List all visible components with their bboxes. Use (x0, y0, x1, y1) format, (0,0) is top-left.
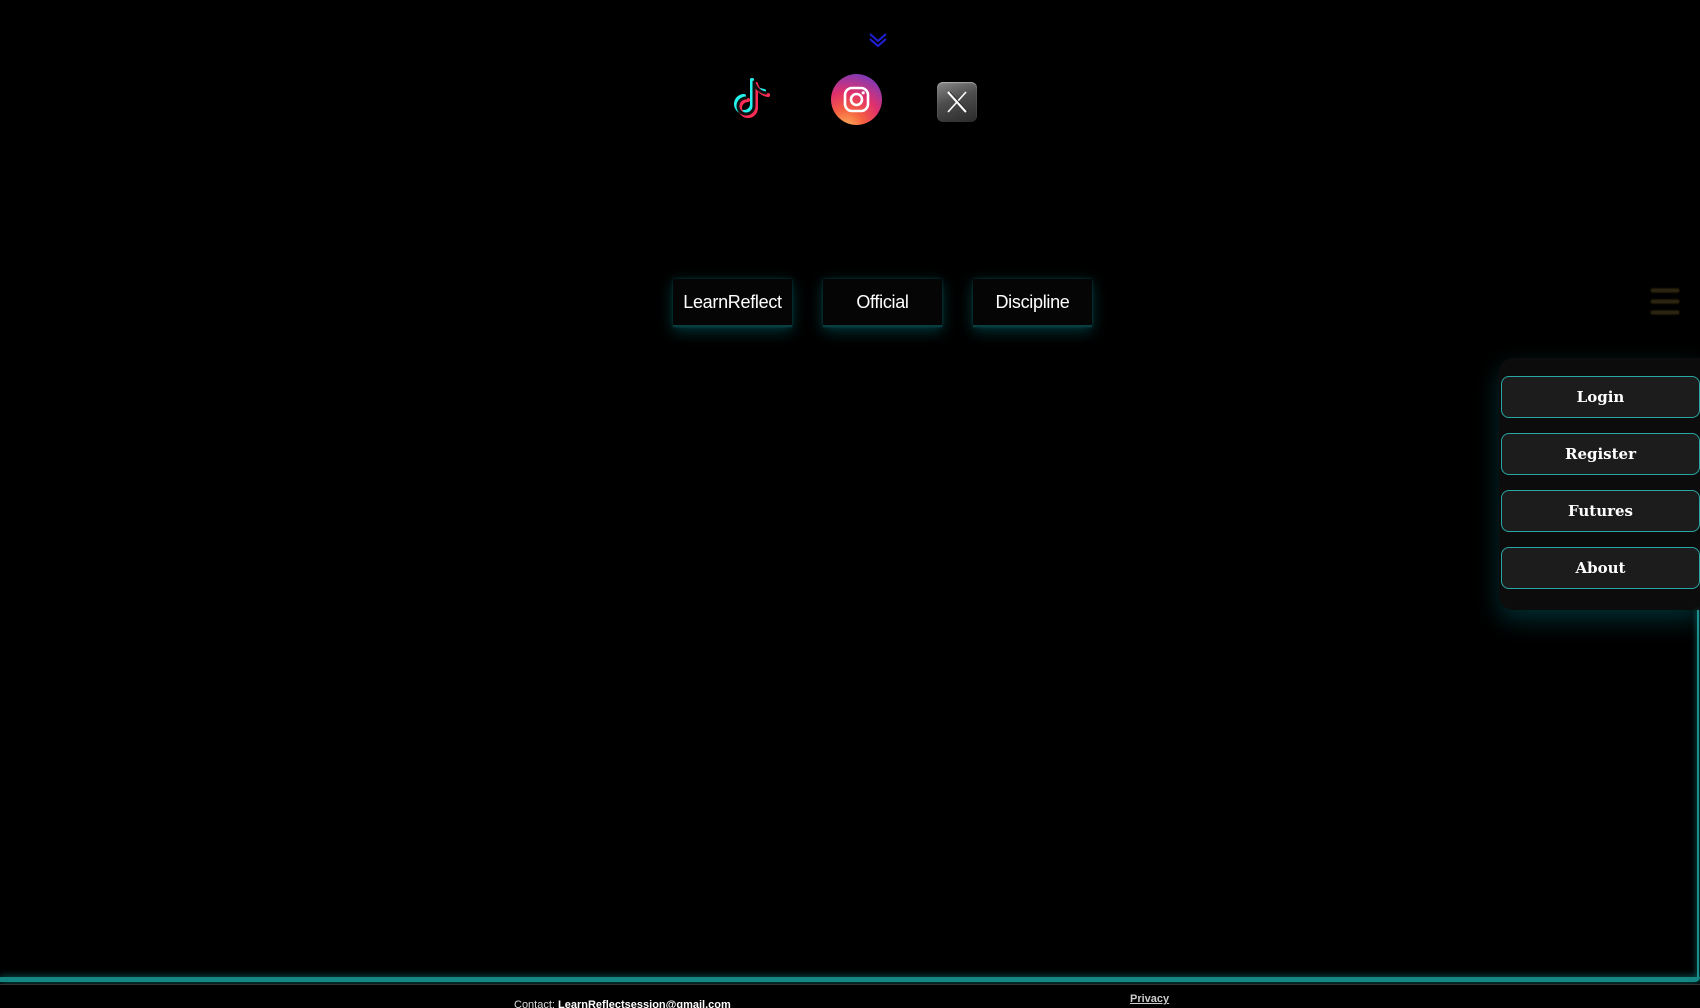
footer: Contact: LearnReflectsession@gmail.com P… (0, 984, 1700, 1008)
contact-email-link[interactable]: LearnReflectsession@gmail.com (558, 999, 731, 1008)
bottom-divider (0, 977, 1700, 982)
x-icon[interactable] (937, 82, 977, 122)
privacy-link[interactable]: Privacy (1130, 993, 1169, 1005)
chevron-down-icon[interactable] (866, 28, 890, 52)
tag-official[interactable]: Official (823, 279, 942, 327)
contact-label: Contact: (514, 999, 555, 1008)
hamburger-bar (1651, 300, 1679, 303)
hamburger-bar (1651, 289, 1679, 292)
register-button[interactable]: Register (1501, 433, 1700, 475)
login-button[interactable]: Login (1501, 376, 1700, 418)
instagram-icon[interactable] (831, 74, 882, 125)
tiktok-icon[interactable] (730, 74, 782, 126)
contact-info: Contact: LearnReflectsession@gmail.com (514, 999, 731, 1008)
hamburger-bar (1651, 311, 1679, 314)
tag-learnreflect[interactable]: LearnReflect (673, 279, 792, 327)
about-button[interactable]: About (1501, 547, 1700, 589)
right-edge-divider (1697, 610, 1699, 980)
tag-discipline[interactable]: Discipline (973, 279, 1092, 327)
futures-button[interactable]: Futures (1501, 490, 1700, 532)
page: LearnReflect Official Discipline Login R… (0, 0, 1700, 1008)
social-links (730, 74, 980, 130)
hamburger-menu-icon[interactable] (1651, 289, 1679, 325)
